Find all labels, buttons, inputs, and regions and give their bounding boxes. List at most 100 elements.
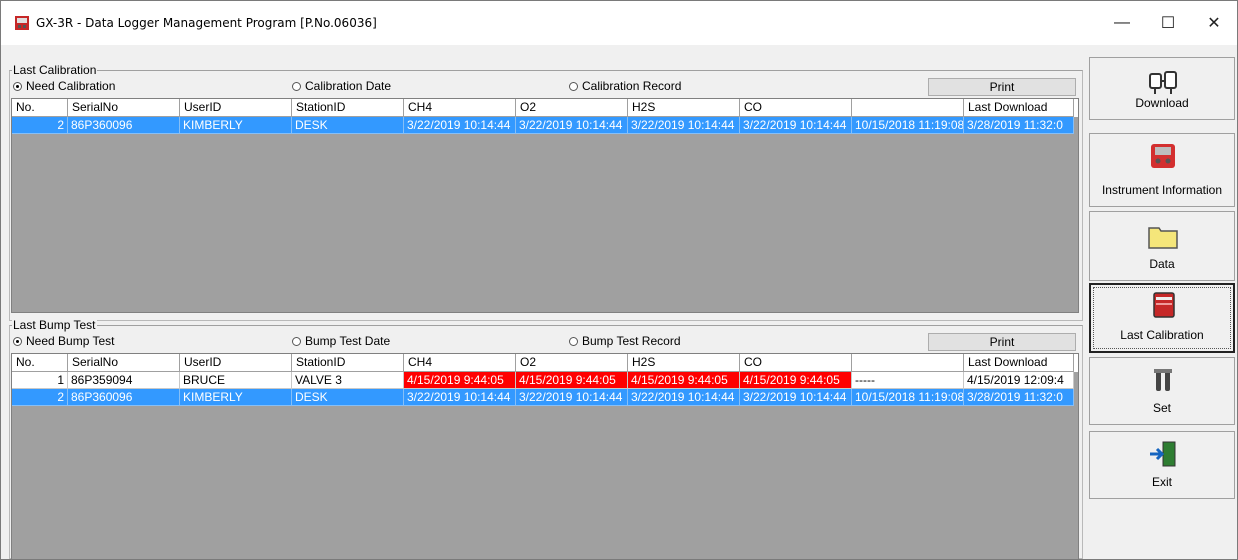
- table-cell: VALVE 3: [292, 372, 404, 389]
- table-cell: KIMBERLY: [180, 117, 292, 134]
- tools-icon: [1154, 369, 1172, 391]
- table-cell: 3/22/2019 10:14:44: [740, 389, 852, 406]
- table-cell: 4/15/2019 9:44:05: [404, 372, 516, 389]
- column-header[interactable]: UserID: [180, 99, 292, 117]
- table-cell: 10/15/2018 11:19:08: [852, 117, 964, 134]
- set-button[interactable]: Set: [1089, 357, 1235, 425]
- column-header[interactable]: CH4: [404, 354, 516, 372]
- column-header[interactable]: SerialNo: [68, 99, 180, 117]
- bump-test-group-label: Last Bump Test: [12, 318, 97, 332]
- maximize-icon: ☐: [1160, 15, 1176, 32]
- table-cell: 2: [12, 389, 68, 406]
- column-header[interactable]: [852, 99, 964, 117]
- table-cell: 86P359094: [68, 372, 180, 389]
- data-button[interactable]: Data: [1089, 211, 1235, 281]
- instrument-information-button[interactable]: Instrument Information: [1089, 133, 1235, 207]
- need-bump-test-radio[interactable]: Need Bump Test: [13, 334, 115, 348]
- calibration-group: Last Calibration Need Calibration Calibr…: [9, 63, 1083, 321]
- column-header[interactable]: [852, 354, 964, 372]
- download-label: Download: [1135, 96, 1189, 110]
- table-cell: 3/28/2019 11:32:0: [964, 389, 1074, 406]
- table-cell: 4/15/2019 9:44:05: [628, 372, 740, 389]
- radio-icon: [569, 336, 578, 346]
- minimize-button[interactable]: —: [1099, 1, 1145, 45]
- column-header[interactable]: H2S: [628, 354, 740, 372]
- column-header[interactable]: StationID: [292, 354, 404, 372]
- column-header[interactable]: UserID: [180, 354, 292, 372]
- bump-test-date-label: Bump Test Date: [305, 334, 391, 348]
- minimize-icon: —: [1114, 14, 1130, 31]
- close-icon: ✕: [1207, 15, 1221, 32]
- red-book-icon: [1153, 292, 1175, 318]
- bump-test-record-label: Bump Test Record: [582, 334, 681, 348]
- table-cell: 3/22/2019 10:14:44: [516, 117, 628, 134]
- table-cell: DESK: [292, 117, 404, 134]
- column-header[interactable]: No.: [12, 354, 68, 372]
- exit-button[interactable]: Exit: [1089, 431, 1235, 499]
- table-cell: 3/28/2019 11:32:0: [964, 117, 1074, 134]
- app-window: GX-3R - Data Logger Management Program […: [0, 0, 1238, 560]
- calibration-record-radio[interactable]: Calibration Record: [569, 79, 681, 93]
- radio-selected-icon: [13, 81, 22, 91]
- calibration-table[interactable]: No. SerialNo UserID StationID CH4 O2 H2S CO Last…: [11, 98, 1079, 313]
- bump-test-record-radio[interactable]: Bump Test Record: [569, 334, 681, 348]
- column-header[interactable]: CO: [740, 354, 852, 372]
- column-header[interactable]: StationID: [292, 99, 404, 117]
- table-cell: 3/22/2019 10:14:44: [516, 389, 628, 406]
- app-icon: [15, 16, 29, 30]
- instrument-icon: [1151, 144, 1175, 168]
- exit-label: Exit: [1151, 475, 1172, 489]
- table-cell: 4/15/2019 9:44:05: [516, 372, 628, 389]
- bump-test-group: Last Bump Test Need Bump Test Bump Test …: [9, 318, 1083, 559]
- calibration-print-button[interactable]: Print: [928, 78, 1076, 96]
- radio-selected-icon: [13, 336, 22, 346]
- table-cell: DESK: [292, 389, 404, 406]
- window-title: GX-3R - Data Logger Management Program […: [36, 16, 377, 30]
- table-row[interactable]: 2 86P360096 KIMBERLY DESK 3/22/2019 10:14:44…: [12, 117, 1078, 134]
- table-row[interactable]: 2 86P360096 KIMBERLY DESK 3/22/2019 10:14:44…: [12, 389, 1078, 406]
- table-cell: -----: [852, 372, 964, 389]
- calibration-date-radio[interactable]: Calibration Date: [292, 79, 391, 93]
- column-header[interactable]: No.: [12, 99, 68, 117]
- radio-icon: [569, 81, 578, 91]
- need-calibration-radio[interactable]: Need Calibration: [13, 79, 115, 93]
- bump-test-table[interactable]: No. SerialNo UserID StationID CH4 O2 H2S CO Last…: [11, 353, 1079, 559]
- calibration-date-label: Calibration Date: [305, 79, 392, 93]
- column-header[interactable]: H2S: [628, 99, 740, 117]
- last-calibration-button[interactable]: Last Calibration: [1089, 283, 1235, 353]
- table-cell: 86P360096: [68, 117, 180, 134]
- title-bar[interactable]: GX-3R - Data Logger Management Program […: [1, 1, 1237, 45]
- download-icon: [1149, 71, 1177, 94]
- column-header[interactable]: O2: [516, 99, 628, 117]
- table-cell: 10/15/2018 11:19:08: [852, 389, 964, 406]
- column-header[interactable]: CO: [740, 99, 852, 117]
- table-row[interactable]: 1 86P359094 BRUCE VALVE 3 4/15/2019 9:44:05 4…: [12, 372, 1078, 389]
- download-button[interactable]: Download: [1089, 57, 1235, 120]
- column-header[interactable]: Last Download: [964, 99, 1074, 117]
- radio-icon: [292, 336, 301, 346]
- close-button[interactable]: ✕: [1191, 1, 1237, 45]
- column-header[interactable]: SerialNo: [68, 354, 180, 372]
- table-cell: KIMBERLY: [180, 389, 292, 406]
- table-cell: 4/15/2019 9:44:05: [740, 372, 852, 389]
- data-label: Data: [1149, 257, 1175, 271]
- radio-icon: [292, 81, 301, 91]
- table-cell: 2: [12, 117, 68, 134]
- need-calibration-label: Need Calibration: [26, 79, 116, 93]
- set-label: Set: [1152, 401, 1171, 415]
- table-cell: 86P360096: [68, 389, 180, 406]
- maximize-button[interactable]: ☐: [1145, 1, 1191, 45]
- last-calibration-label: Last Calibration: [1120, 328, 1204, 342]
- table-cell: 3/22/2019 10:14:44: [628, 117, 740, 134]
- calibration-record-label: Calibration Record: [582, 79, 682, 93]
- instrument-information-label: Instrument Information: [1101, 183, 1223, 197]
- column-header[interactable]: O2: [516, 354, 628, 372]
- table-header: No. SerialNo UserID StationID CH4 O2 H2S CO Last…: [12, 99, 1078, 117]
- column-header[interactable]: Last Download: [964, 354, 1074, 372]
- table-cell: 3/22/2019 10:14:44: [404, 389, 516, 406]
- column-header[interactable]: CH4: [404, 99, 516, 117]
- client-area: Last Calibration Need Calibration Calibr…: [1, 45, 1237, 559]
- table-cell: 4/15/2019 12:09:4: [964, 372, 1074, 389]
- bump-test-date-radio[interactable]: Bump Test Date: [292, 334, 390, 348]
- bump-test-print-button[interactable]: Print: [928, 333, 1076, 351]
